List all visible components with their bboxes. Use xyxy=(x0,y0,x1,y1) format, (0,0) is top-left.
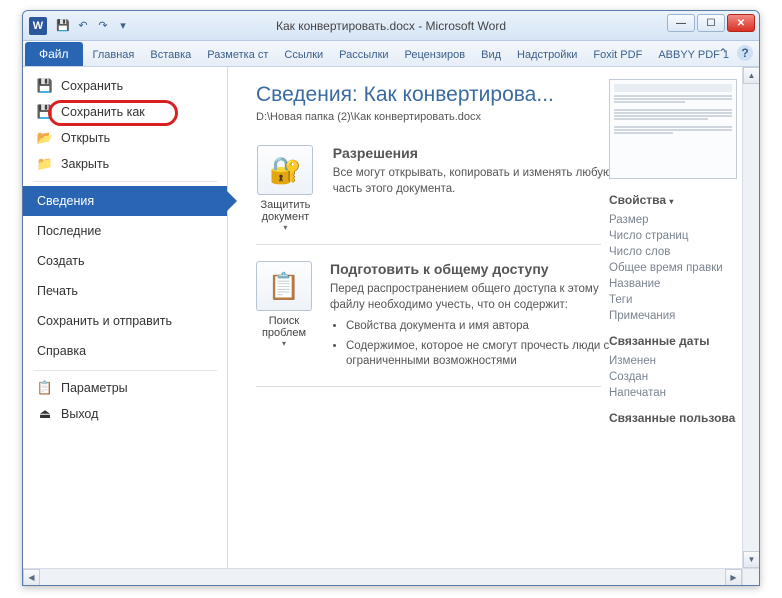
protect-button-label: Защитить документ xyxy=(256,199,315,223)
sidebar-exit[interactable]: ⏏ Выход xyxy=(23,401,227,427)
divider xyxy=(256,386,601,387)
scroll-left-button[interactable]: ◀ xyxy=(23,569,40,586)
tab-foxit[interactable]: Foxit PDF xyxy=(585,44,650,66)
prepare-share-text: Перед распространением общего доступа к … xyxy=(330,281,616,313)
tab-references[interactable]: Ссылки xyxy=(276,44,331,66)
checklist-icon: 📋 xyxy=(256,261,312,311)
sidebar-recent-label: Последние xyxy=(37,224,101,238)
properties-heading[interactable]: Свойства xyxy=(609,193,666,207)
exit-icon: ⏏ xyxy=(37,406,53,422)
prop-modified: Изменен xyxy=(609,353,749,369)
scroll-down-button[interactable]: ▼ xyxy=(743,551,760,568)
chevron-down-icon: ▾ xyxy=(669,197,673,206)
tab-layout[interactable]: Разметка ст xyxy=(199,44,276,66)
info-heading: Сведения: Как конвертирова... xyxy=(256,83,596,107)
properties-panel: Свойства ▾ Размер Число страниц Число сл… xyxy=(609,79,749,430)
tab-insert[interactable]: Вставка xyxy=(142,44,199,66)
close-folder-icon: 📁 xyxy=(37,156,53,172)
sidebar-close-label: Закрыть xyxy=(61,157,109,171)
document-thumbnail[interactable] xyxy=(609,79,737,179)
qat-customize-icon[interactable]: ▾ xyxy=(115,18,131,34)
ribbon-minimize-icon[interactable]: ⌃ xyxy=(715,45,731,61)
sidebar-share-label: Сохранить и отправить xyxy=(37,314,172,328)
word-app-icon: W xyxy=(29,17,47,35)
sidebar-save[interactable]: 💾 Сохранить xyxy=(23,73,227,99)
tab-view[interactable]: Вид xyxy=(473,44,509,66)
prop-printed: Напечатан xyxy=(609,385,749,401)
prop-pages: Число страниц xyxy=(609,228,749,244)
lock-key-icon: 🔐 xyxy=(257,145,313,195)
scrollbar-corner xyxy=(742,568,759,585)
sidebar-open-label: Открыть xyxy=(61,131,110,145)
scroll-up-button[interactable]: ▲ xyxy=(743,67,760,84)
qat-save-icon[interactable]: 💾 xyxy=(55,18,71,34)
prop-created: Создан xyxy=(609,369,749,385)
sidebar-help-label: Справка xyxy=(37,344,86,358)
list-item: Содержимое, которое не смогут прочесть л… xyxy=(346,339,616,370)
sidebar-help[interactable]: Справка xyxy=(23,336,227,366)
minimize-button[interactable]: — xyxy=(667,14,695,32)
sidebar-print-label: Печать xyxy=(37,284,78,298)
prop-size: Размер xyxy=(609,212,749,228)
dropdown-caret-icon: ▾ xyxy=(256,223,315,232)
qat-redo-icon[interactable]: ↷ xyxy=(95,18,111,34)
sidebar-new[interactable]: Создать xyxy=(23,246,227,276)
options-icon: 📋 xyxy=(37,380,53,396)
sidebar-save-as[interactable]: 💾 Сохранить как xyxy=(23,99,227,125)
backstage-sidebar: 💾 Сохранить 💾 Сохранить как 📂 Открыть 📁 Закр… xyxy=(23,67,228,568)
info-panel: Сведения: Как конвертирова... D:\Новая п… xyxy=(228,67,759,568)
prop-edit-time: Общее время правки xyxy=(609,260,749,276)
save-as-icon: 💾 xyxy=(37,104,53,120)
sidebar-new-label: Создать xyxy=(37,254,85,268)
sidebar-options[interactable]: 📋 Параметры xyxy=(23,375,227,401)
open-folder-icon: 📂 xyxy=(37,130,53,146)
prop-comments: Примечания xyxy=(609,308,749,324)
sidebar-recent[interactable]: Последние xyxy=(23,216,227,246)
sidebar-separator xyxy=(33,370,217,371)
list-item: Свойства документа и имя автора xyxy=(346,319,616,335)
prop-title: Название xyxy=(609,276,749,292)
sidebar-open[interactable]: 📂 Открыть xyxy=(23,125,227,151)
horizontal-scrollbar[interactable]: ◀ ▶ xyxy=(23,568,742,585)
prepare-share-list: Свойства документа и имя автора Содержим… xyxy=(346,319,616,370)
prop-tags: Теги xyxy=(609,292,749,308)
sidebar-saveas-label: Сохранить как xyxy=(61,105,145,119)
qat-undo-icon[interactable]: ↶ xyxy=(75,18,91,34)
tab-addins[interactable]: Надстройки xyxy=(509,44,585,66)
sidebar-close[interactable]: 📁 Закрыть xyxy=(23,151,227,177)
sidebar-info[interactable]: Сведения xyxy=(23,186,227,216)
permissions-text: Все могут открывать, копировать и изменя… xyxy=(333,165,616,197)
sidebar-separator xyxy=(33,181,217,182)
maximize-button[interactable]: ☐ xyxy=(697,14,725,32)
title-bar: W 💾 ↶ ↷ ▾ Как конвертировать.docx - Micr… xyxy=(23,11,759,41)
sidebar-info-label: Сведения xyxy=(37,194,94,208)
ribbon-tabs: Файл Главная Вставка Разметка ст Ссылки … xyxy=(23,41,759,67)
tab-mailings[interactable]: Рассылки xyxy=(331,44,396,66)
related-dates-heading: Связанные даты xyxy=(609,334,749,348)
permissions-title: Разрешения xyxy=(333,145,616,161)
inspect-button-label: Поиск проблем xyxy=(256,315,312,339)
related-people-heading: Связанные пользова xyxy=(609,411,749,425)
sidebar-save-label: Сохранить xyxy=(61,79,123,93)
sidebar-exit-label: Выход xyxy=(61,407,98,421)
tab-home[interactable]: Главная xyxy=(85,44,143,66)
sidebar-print[interactable]: Печать xyxy=(23,276,227,306)
divider xyxy=(256,244,601,245)
prop-words: Число слов xyxy=(609,244,749,260)
sidebar-share[interactable]: Сохранить и отправить xyxy=(23,306,227,336)
prepare-share-title: Подготовить к общему доступу xyxy=(330,261,616,277)
sidebar-options-label: Параметры xyxy=(61,381,128,395)
scroll-right-button[interactable]: ▶ xyxy=(725,569,742,586)
vertical-scrollbar[interactable]: ▲ ▼ xyxy=(742,67,759,568)
protect-document-button[interactable]: 🔐 Защитить документ ▾ xyxy=(256,145,315,232)
tab-file[interactable]: Файл xyxy=(25,42,83,66)
window-title: Как конвертировать.docx - Microsoft Word xyxy=(276,19,506,33)
inspect-document-button[interactable]: 📋 Поиск проблем ▾ xyxy=(256,261,312,374)
close-button[interactable]: ✕ xyxy=(727,14,755,32)
tab-review[interactable]: Рецензиров xyxy=(397,44,474,66)
dropdown-caret-icon: ▾ xyxy=(256,339,312,348)
help-icon[interactable]: ? xyxy=(737,45,753,61)
save-icon: 💾 xyxy=(37,78,53,94)
